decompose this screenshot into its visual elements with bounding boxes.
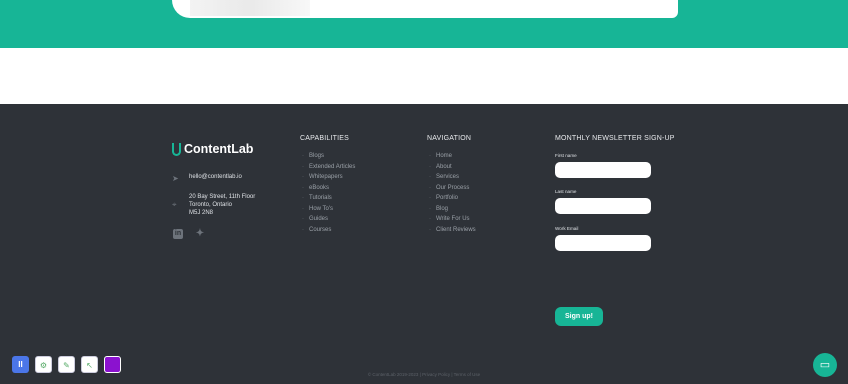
site-footer [0, 104, 848, 384]
send-icon: ➤ [172, 174, 179, 183]
capability-link[interactable]: Courses [302, 225, 355, 236]
copyright-text: © ContentLab 2019-2023 | Privacy Policy … [367, 372, 481, 377]
capability-link[interactable]: Tutorials [302, 193, 355, 204]
logo-text: ContentLab [184, 142, 254, 156]
newsletter-heading: MONTHLY NEWSLETTER SIGN-UP [555, 135, 675, 142]
linkedin-icon[interactable]: in [173, 229, 183, 239]
settings-icon[interactable]: ⚙ [35, 356, 52, 373]
pause-button[interactable]: II [12, 356, 29, 373]
email-link[interactable]: hello@contentlab.io [189, 174, 242, 180]
color-swatch-button[interactable] [104, 356, 121, 373]
address-contact: ⌖ 20 Bay Street, 11th Floor Toronto, Ont… [172, 193, 255, 217]
hero-card [172, 0, 678, 18]
address-line-3: M5J 2N8 [189, 210, 214, 216]
nav-link[interactable]: Home [429, 151, 476, 162]
capabilities-list: Blogs Extended Articles Whitepapers eBoo… [302, 151, 355, 235]
social-links: in ✦ [173, 229, 205, 239]
chat-widget-icon[interactable]: ▭ [813, 353, 837, 377]
nav-link[interactable]: Client Reviews [429, 225, 476, 236]
navigation-heading: NAVIGATION [427, 135, 472, 142]
last-name-label: Last name [555, 189, 577, 194]
address-line-1: 20 Bay Street, 11th Floor [189, 194, 256, 200]
capability-link[interactable]: Extended Articles [302, 162, 355, 173]
pen-icon[interactable]: ✎ [58, 356, 75, 373]
signup-button[interactable]: Sign up! [555, 307, 603, 326]
nav-link[interactable]: Our Process [429, 183, 476, 194]
work-email-field[interactable] [555, 235, 651, 251]
capability-link[interactable]: Blogs [302, 151, 355, 162]
capability-link[interactable]: Whitepapers [302, 172, 355, 183]
nav-link[interactable]: Write For Us [429, 214, 476, 225]
email-contact[interactable]: ➤ hello@contentlab.io [172, 174, 242, 183]
logo-mark-icon [172, 142, 181, 156]
capability-link[interactable]: Guides [302, 214, 355, 225]
capability-link[interactable]: How To's [302, 204, 355, 215]
nav-link[interactable]: About [429, 162, 476, 173]
capability-link[interactable]: eBooks [302, 183, 355, 194]
twitter-icon[interactable]: ✦ [195, 229, 205, 239]
nav-link[interactable]: Portfolio [429, 193, 476, 204]
address-line-2: Toronto, Ontario [189, 202, 233, 208]
location-icon: ⌖ [172, 200, 177, 209]
hero-image-fragment [190, 0, 310, 16]
capabilities-heading: CAPABILITIES [300, 135, 349, 142]
first-name-label: First name [555, 153, 577, 158]
nav-link[interactable]: Services [429, 172, 476, 183]
contentlab-logo[interactable]: ContentLab [172, 142, 253, 156]
nav-link[interactable]: Blog [429, 204, 476, 215]
last-name-field[interactable] [555, 198, 651, 214]
cursor-icon[interactable]: ↖ [81, 356, 98, 373]
navigation-list: Home About Services Our Process Portfoli… [429, 151, 476, 235]
work-email-label: Work Email [555, 226, 579, 231]
page-spacer [0, 48, 848, 104]
screen-recorder-toolbar: II ⚙ ✎ ↖ [12, 356, 121, 373]
first-name-field[interactable] [555, 162, 651, 178]
